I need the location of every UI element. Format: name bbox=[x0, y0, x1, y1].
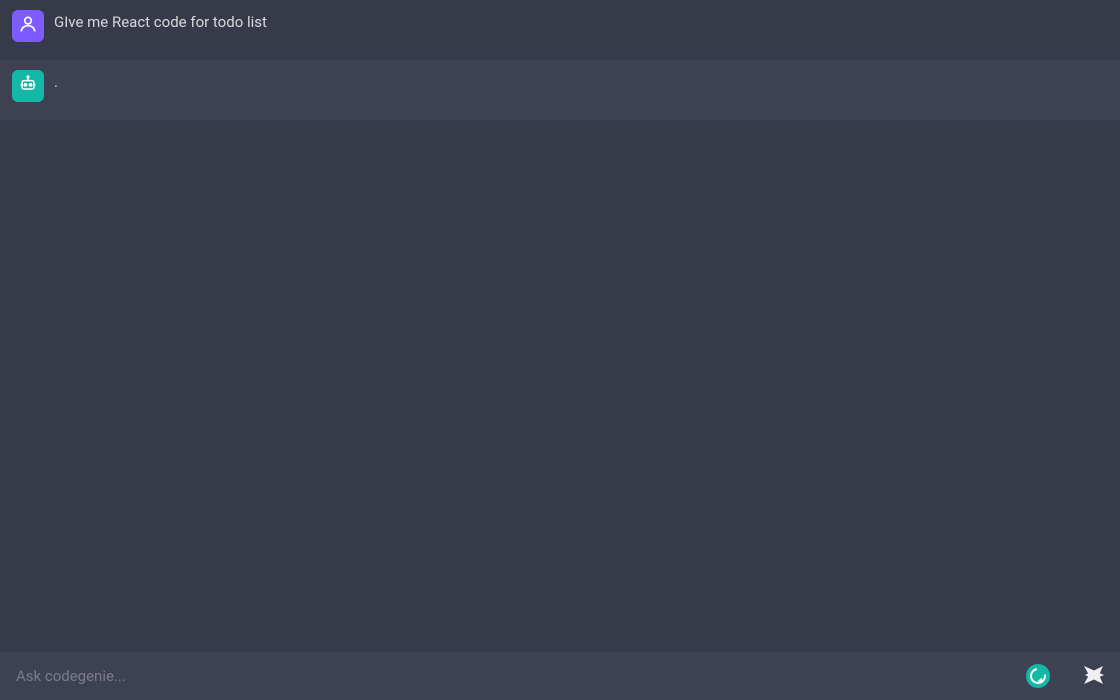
messages-container: GIve me React code for todo list . bbox=[0, 0, 1120, 652]
user-avatar bbox=[12, 10, 44, 42]
send-button[interactable] bbox=[1080, 662, 1108, 690]
grammarly-icon[interactable] bbox=[1026, 664, 1050, 688]
user-message-text: GIve me React code for todo list bbox=[54, 10, 267, 33]
bot-message-row: . bbox=[0, 60, 1120, 120]
person-icon bbox=[18, 14, 38, 38]
send-icon bbox=[1082, 663, 1106, 690]
chat-input[interactable] bbox=[16, 667, 1016, 685]
robot-icon bbox=[18, 74, 38, 98]
bot-avatar bbox=[12, 70, 44, 102]
user-message-row: GIve me React code for todo list bbox=[0, 0, 1120, 60]
input-bar bbox=[0, 652, 1120, 700]
bot-message-text: . bbox=[54, 70, 58, 93]
